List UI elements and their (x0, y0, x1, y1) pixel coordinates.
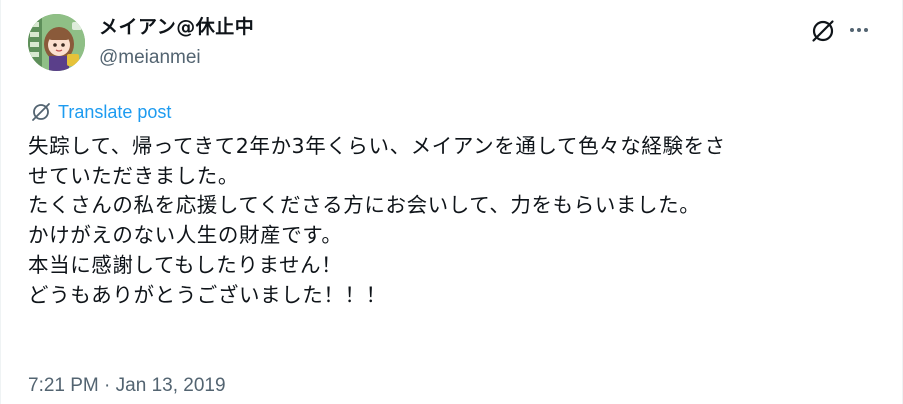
translate-post-link[interactable]: Translate post (30, 101, 171, 123)
post-text: 失踪して、帰ってきて2年か3年くらい、メイアンを通して色々な経験をさ せていただ… (28, 132, 868, 310)
translate-icon (32, 103, 50, 121)
post-text-line: どうもありがとうございました！！！ (28, 282, 387, 307)
timestamp-separator: · (98, 375, 116, 396)
post-card: メイアン@休止中 @meianmei Translate post 失踪して、帰… (0, 0, 903, 404)
post-text-line: たくさんの私を応援してくださる方にお会いして、力をもらいました。 (28, 193, 701, 218)
post-timestamp[interactable]: 7:21 PM · Jan 13, 2019 (28, 374, 226, 398)
post-text-line: 本当に感謝してもしたりません！ (28, 252, 343, 277)
author-display-name[interactable]: メイアン@休止中 (99, 14, 254, 40)
translate-post-label: Translate post (58, 102, 172, 122)
post-text-line: かけがえのない人生の財産です。 (28, 223, 343, 248)
avatar[interactable] (28, 14, 85, 71)
post-text-line: せていただきました。 (28, 163, 239, 188)
avatar-image (28, 14, 85, 71)
more-horizontal-icon (850, 28, 868, 32)
post-text-line: 失踪して、帰ってきて2年か3年くらい、メイアンを通して色々な経験をさ (28, 134, 726, 158)
post-time[interactable]: 7:21 PM (28, 375, 99, 396)
author-handle[interactable]: @meianmei (99, 46, 201, 70)
more-button[interactable] (844, 17, 874, 47)
grok-slash-icon (812, 20, 834, 42)
grok-button[interactable] (808, 16, 838, 46)
post-date[interactable]: Jan 13, 2019 (116, 375, 226, 396)
